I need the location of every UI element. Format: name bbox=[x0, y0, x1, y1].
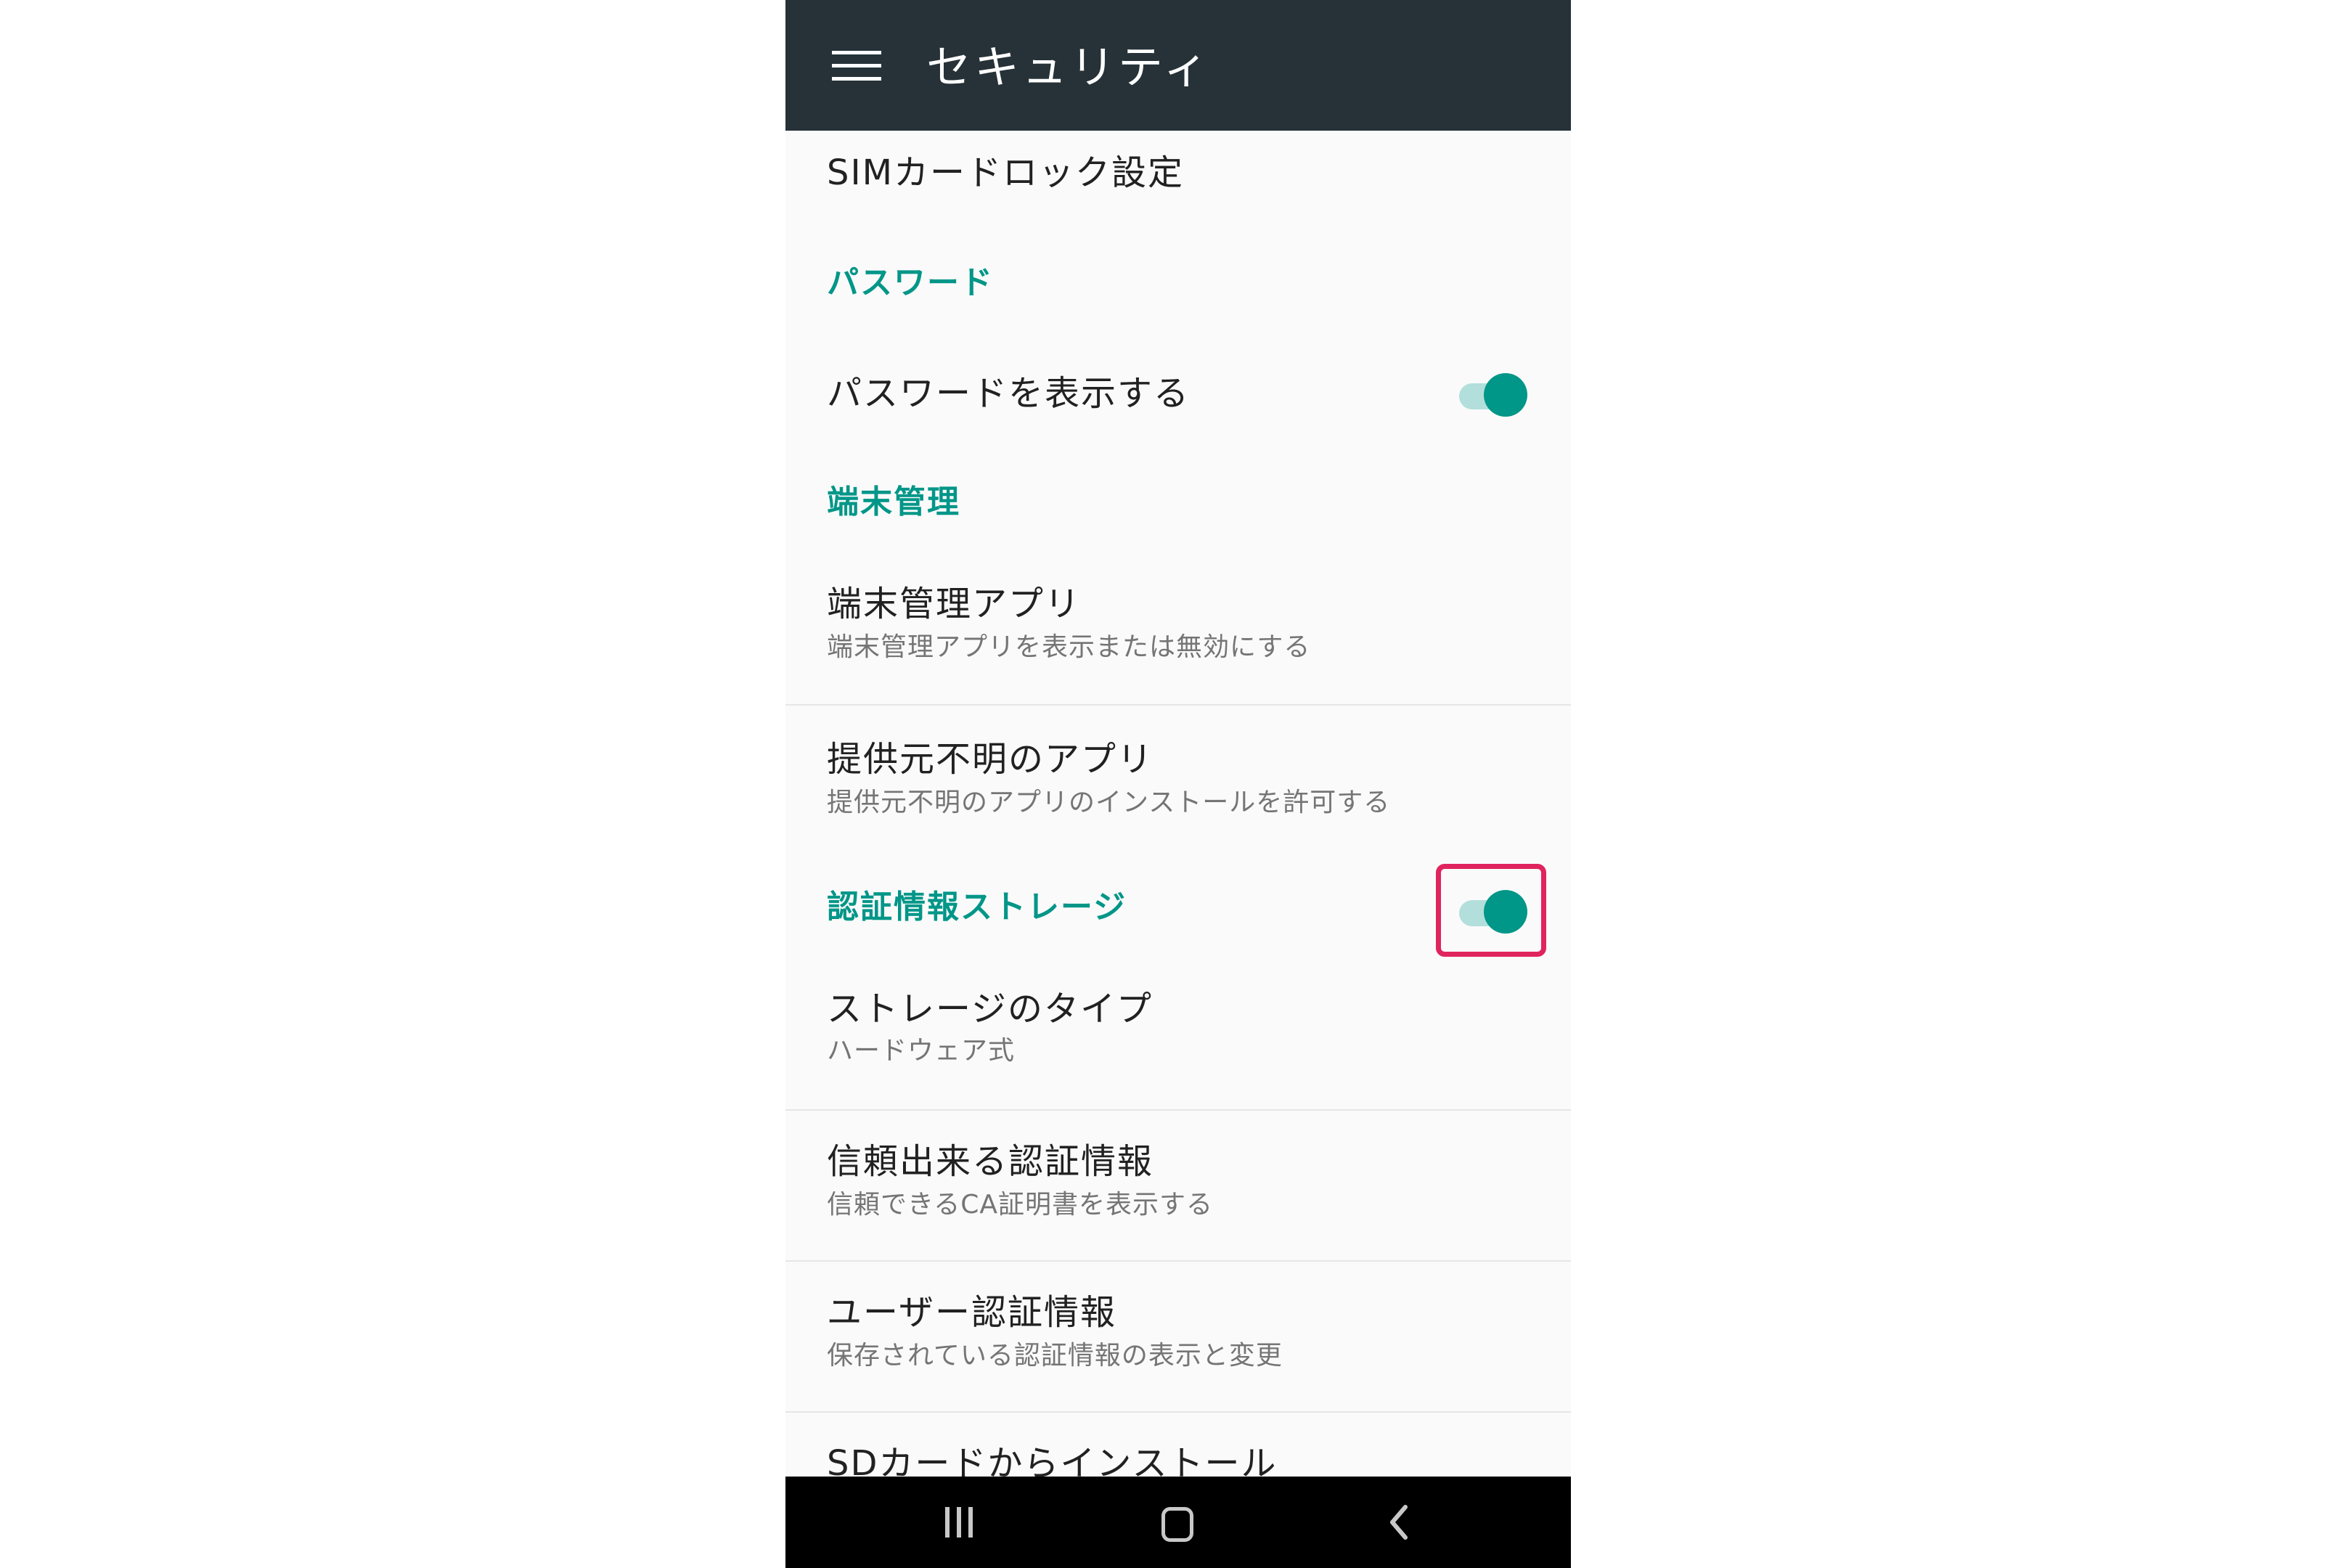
setting-title: 端末管理アプリ bbox=[827, 584, 1082, 624]
setting-title: 信頼出来る認証情報 bbox=[827, 1141, 1154, 1182]
setting-show-password[interactable]: パスワードを表示する bbox=[785, 334, 1571, 450]
recents-icon[interactable] bbox=[931, 1497, 989, 1548]
settings-list: SIMカードロック設定 パスワード パスワードを表示する 端末管理 端末管理アプ… bbox=[785, 131, 1571, 1477]
setting-title: SDカードからインストール bbox=[827, 1443, 1278, 1477]
setting-trusted-credentials[interactable]: 信頼出来る認証情報 信頼できるCA証明書を表示する bbox=[785, 1111, 1571, 1260]
setting-summary: 端末管理アプリを表示または無効にする bbox=[827, 632, 1311, 662]
toggle-thumb bbox=[1484, 373, 1527, 417]
setting-device-admin-apps[interactable]: 端末管理アプリ 端末管理アプリを表示または無効にする bbox=[785, 552, 1571, 704]
setting-title: パスワードを表示する bbox=[827, 373, 1191, 414]
app-bar: セキュリティ bbox=[785, 0, 1571, 131]
setting-title: ユーザー認証情報 bbox=[827, 1292, 1117, 1333]
hamburger-menu-icon[interactable] bbox=[832, 51, 881, 81]
unknown-sources-toggle[interactable] bbox=[1455, 887, 1527, 934]
phone-screen: セキュリティ SIMカードロック設定 パスワード パスワードを表示する 端末管理… bbox=[785, 0, 1571, 1568]
category-device-admin: 端末管理 bbox=[827, 483, 960, 520]
category-password: パスワード bbox=[827, 264, 994, 301]
category-credential-storage: 認証情報ストレージ bbox=[827, 889, 1127, 926]
setting-user-credentials[interactable]: ユーザー認証情報 保存されている認証情報の表示と変更 bbox=[785, 1262, 1571, 1411]
setting-title: SIMカードロック設定 bbox=[827, 152, 1185, 193]
setting-title: ストレージのタイプ bbox=[827, 989, 1153, 1029]
setting-summary: ハードウェア式 bbox=[827, 1036, 1016, 1066]
setting-summary: 信頼できるCA証明書を表示する bbox=[827, 1190, 1214, 1220]
show-password-toggle[interactable] bbox=[1455, 370, 1527, 417]
toggle-thumb bbox=[1484, 890, 1527, 934]
setting-summary: 保存されている認証情報の表示と変更 bbox=[827, 1341, 1283, 1371]
setting-title: 提供元不明のアプリ bbox=[827, 739, 1154, 780]
setting-storage-type[interactable]: ストレージのタイプ ハードウェア式 bbox=[785, 955, 1571, 1109]
setting-summary: 提供元不明のアプリのインストールを許可する bbox=[827, 788, 1391, 817]
setting-unknown-sources[interactable]: 提供元不明のアプリ 提供元不明のアプリのインストールを許可する bbox=[785, 706, 1571, 957]
back-icon[interactable] bbox=[1371, 1497, 1429, 1548]
navigation-bar bbox=[785, 1477, 1571, 1568]
page-title: セキュリティ bbox=[926, 41, 1212, 94]
setting-install-from-sd[interactable]: SDカードからインストール bbox=[785, 1413, 1571, 1477]
setting-sim-lock[interactable]: SIMカードロック設定 bbox=[785, 131, 1571, 218]
home-icon[interactable] bbox=[1148, 1497, 1206, 1548]
